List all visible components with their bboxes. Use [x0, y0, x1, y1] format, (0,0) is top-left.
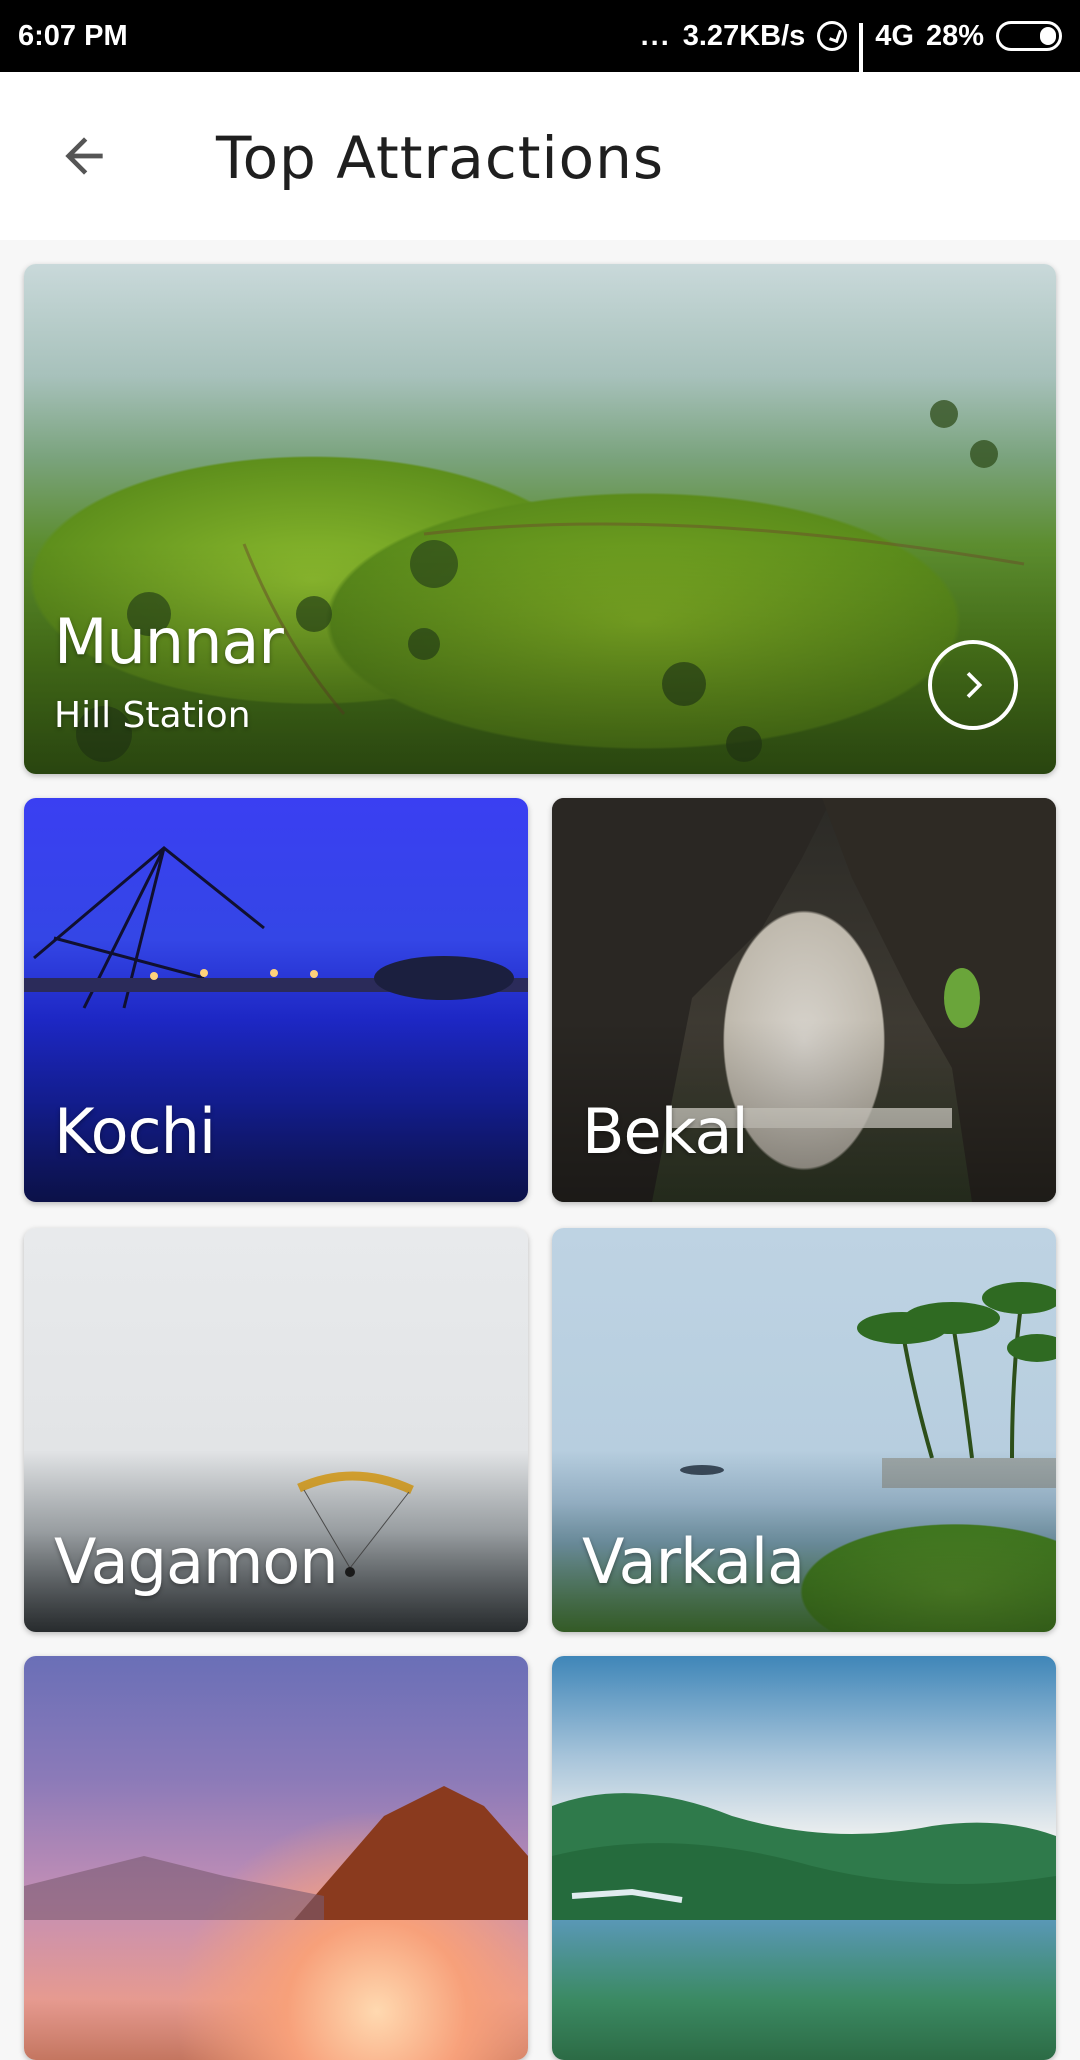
alarm-icon	[817, 21, 848, 51]
attraction-card-bekal[interactable]: Bekal	[552, 798, 1056, 1202]
network-speed: 3.27KB/s	[682, 19, 806, 52]
app-bar: Top Attractions	[0, 72, 1080, 240]
attraction-card-varkala[interactable]: Varkala	[552, 1228, 1056, 1632]
card-title: Varkala	[582, 1525, 805, 1598]
card-title: Vagamon	[54, 1525, 339, 1598]
attraction-card-kochi[interactable]: Kochi	[24, 798, 528, 1202]
arrow-left-icon	[65, 137, 103, 175]
attraction-card-vagamon[interactable]: Vagamon	[24, 1228, 528, 1632]
attraction-card-6[interactable]	[24, 1656, 528, 2060]
open-button[interactable]	[928, 640, 1018, 730]
chevron-right-icon	[966, 672, 983, 698]
card-title: Munnar	[54, 605, 284, 678]
mountain-decoration	[24, 1786, 528, 1920]
card-title: Bekal	[582, 1095, 749, 1168]
signal-icon	[859, 23, 864, 111]
page-title: Top Attractions	[216, 124, 665, 192]
card-title: Kochi	[54, 1095, 216, 1168]
status-time: 6:07 PM	[18, 19, 128, 52]
battery-percent: 28%	[925, 19, 984, 52]
attraction-card-7[interactable]	[552, 1656, 1056, 2060]
hills-decoration	[552, 1793, 1056, 1920]
card-subtitle: Hill Station	[54, 695, 251, 736]
status-icons: ... 3.27KB/s 4G 28%	[640, 19, 1062, 111]
status-bar: 6:07 PM ... 3.27KB/s 4G 28%	[0, 0, 1080, 111]
battery-icon	[996, 21, 1062, 51]
back-button[interactable]	[52, 124, 116, 188]
attraction-card-munnar[interactable]: Munnar Hill Station	[24, 264, 1056, 774]
network-type: 4G	[875, 19, 914, 52]
more-dots: ...	[640, 19, 671, 52]
